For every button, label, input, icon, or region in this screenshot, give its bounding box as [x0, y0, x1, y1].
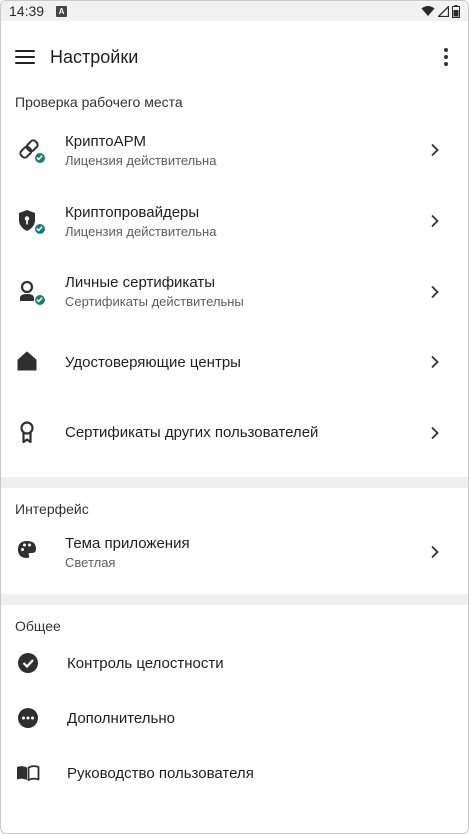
- shield-key-icon: [15, 206, 46, 236]
- verified-badge-icon: [34, 223, 46, 235]
- settings-item-user-guide[interactable]: Руководство пользователя: [1, 746, 468, 801]
- section-divider: [1, 594, 468, 605]
- settings-item-certification-authorities[interactable]: Удостоверяющие центры: [1, 327, 468, 397]
- wifi-icon: [421, 6, 435, 16]
- hamburger-menu-icon[interactable]: [15, 48, 35, 66]
- settings-item-label: Криптопровайдеры: [65, 203, 200, 221]
- settings-item-other-users-certificates[interactable]: Сертификаты других пользователей: [1, 397, 468, 468]
- section-divider: [1, 477, 468, 488]
- settings-item-label: Контроль целостности: [67, 655, 224, 672]
- chevron-right-icon: [431, 545, 439, 559]
- status-bar: 14:39 A: [1, 1, 468, 21]
- settings-item-label: Удостоверяющие центры: [65, 353, 241, 371]
- signal-icon: [438, 5, 449, 17]
- settings-item-cryptoproviders[interactable]: Криптопровайдеры Лицензия действительна: [1, 186, 468, 256]
- chevron-right-icon: [431, 143, 439, 157]
- home-icon: [15, 347, 45, 377]
- status-icons: [421, 4, 460, 18]
- more-circle-icon: [15, 704, 45, 734]
- award-icon: [15, 418, 45, 448]
- chevron-right-icon: [431, 285, 439, 298]
- palette-icon: [15, 537, 45, 567]
- verified-badge-icon: [34, 293, 46, 306]
- page-title: Настройки: [50, 46, 139, 67]
- book-icon: [15, 759, 45, 789]
- settings-item-integrity-control[interactable]: Контроль целостности: [1, 636, 468, 691]
- battery-icon: [452, 4, 460, 18]
- app-window: 14:39 A Настройки Проверка рабочего мест…: [0, 0, 469, 834]
- settings-item-sublabel: Лицензия действительна: [65, 152, 217, 168]
- settings-item-additional[interactable]: Дополнительно: [1, 691, 468, 746]
- settings-item-app-theme[interactable]: Тема приложения Светлая: [1, 522, 468, 582]
- section-title-interface: Интерфейс: [15, 501, 89, 517]
- settings-item-sublabel: Светлая: [65, 554, 116, 570]
- settings-item-label: Личные сертификаты: [65, 274, 215, 291]
- settings-item-sublabel: Лицензия действительна: [65, 223, 217, 239]
- chevron-right-icon: [431, 355, 439, 369]
- settings-item-label: Тема приложения: [65, 534, 190, 552]
- settings-item-label: Сертификаты других пользователей: [65, 424, 319, 441]
- settings-item-cryptoarm[interactable]: КриптоАРМ Лицензия действительна: [1, 114, 468, 186]
- settings-item-label: Руководство пользователя: [67, 765, 254, 782]
- personal-cert-icon: [15, 277, 46, 307]
- notification-app-icon: A: [56, 5, 68, 17]
- chevron-right-icon: [431, 214, 439, 228]
- section-title-workplace: Проверка рабочего места: [15, 94, 183, 110]
- settings-item-sublabel: Сертификаты действительны: [65, 294, 244, 309]
- settings-item-label: Дополнительно: [67, 710, 175, 727]
- verified-badge-icon: [34, 152, 46, 164]
- settings-item-label: КриптоАРМ: [65, 132, 146, 150]
- status-time: 14:39: [9, 3, 45, 19]
- cryptoarm-icon: [15, 135, 46, 165]
- chevron-right-icon: [431, 426, 439, 439]
- settings-item-personal-certificates[interactable]: Личные сертификаты Сертификаты действите…: [1, 256, 468, 327]
- app-toolbar: Настройки: [1, 21, 468, 93]
- section-title-general: Общее: [15, 618, 61, 634]
- overflow-menu-icon[interactable]: [438, 45, 454, 69]
- check-circle-icon: [15, 649, 45, 679]
